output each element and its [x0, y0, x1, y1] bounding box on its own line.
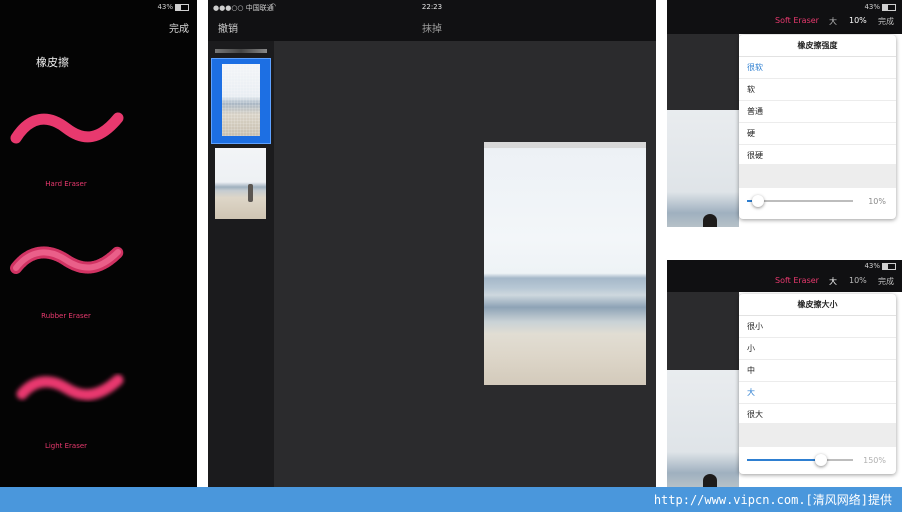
child-head [703, 214, 717, 227]
hardness-slider[interactable] [747, 194, 853, 208]
hardness-panel: 43% Soft Eraser 大 10% 完成 橡皮擦强度 很软 软 普通 硬… [667, 0, 902, 227]
status-bar: 43% [864, 3, 896, 11]
done-button[interactable]: 完成 [169, 20, 189, 35]
hard-eraser-stroke-icon [10, 112, 124, 144]
status-bar: 43% [864, 262, 896, 270]
layer-sidebar [208, 41, 274, 487]
layer-thumb-original[interactable] [215, 148, 266, 219]
size-option[interactable]: 中 [739, 360, 896, 382]
hardness-option[interactable]: 硬 [739, 123, 896, 145]
size-button[interactable]: 大 [829, 16, 837, 27]
hardness-option[interactable]: 普通 [739, 101, 896, 123]
popover-title: 橡皮擦强度 [739, 35, 896, 57]
size-slider[interactable] [747, 453, 853, 467]
status-bar: 43% [157, 3, 189, 11]
size-option[interactable]: 大 [739, 382, 896, 404]
top-bar: ●●●○○ 中国联通 ◠ 22:23 撤销 抹掉 [208, 0, 656, 41]
hardness-option[interactable]: 软 [739, 79, 896, 101]
hardness-button[interactable]: 10% [849, 16, 867, 25]
layer-strip-top [215, 49, 267, 53]
eraser-label-light: Light Eraser [44, 442, 88, 450]
toolbar: 43% Soft Eraser 大 10% 完成 [667, 0, 902, 34]
light-eraser-stroke-icon [16, 374, 124, 401]
done-button[interactable]: 完成 [878, 276, 894, 287]
rubber-eraser-stroke-icon [10, 246, 124, 274]
dark-canvas-area [667, 292, 739, 370]
battery-percent: 43% [157, 3, 173, 11]
eraser-label-hard: Hard Eraser [45, 180, 87, 188]
size-option[interactable]: 很小 [739, 316, 896, 338]
done-button[interactable]: 完成 [878, 16, 894, 27]
eraser-mode-button[interactable]: Soft Eraser [775, 276, 819, 285]
eraser-type-panel: 43% 完成 橡皮擦 Hard Eraser Rubber Eraser Lig… [0, 0, 197, 487]
clock: 22:23 [421, 3, 443, 11]
battery-percent: 43% [864, 262, 880, 270]
slider-knob[interactable] [815, 454, 828, 466]
hardness-button[interactable]: 10% [849, 276, 867, 285]
eraser-option-rubber[interactable]: Rubber Eraser [0, 232, 197, 327]
layer-thumb-image [222, 64, 260, 136]
slider-value: 10% [868, 197, 886, 206]
size-button[interactable]: 大 [829, 276, 837, 287]
canvas-top-strip [484, 142, 646, 148]
battery-icon [882, 262, 896, 270]
eraser-option-light[interactable]: Light Eraser [0, 362, 197, 457]
slider-knob[interactable] [751, 195, 764, 207]
canvas-photo[interactable] [484, 142, 646, 385]
popover-title: 橡皮擦大小 [739, 294, 896, 316]
eraser-option-hard[interactable]: Hard Eraser [0, 100, 197, 195]
battery-percent: 43% [864, 3, 880, 11]
panel-title: 橡皮擦 [36, 56, 69, 69]
editor-panel: ●●●○○ 中国联通 ◠ 22:23 撤销 抹掉 [208, 0, 656, 487]
eraser-label-rubber: Rubber Eraser [41, 312, 91, 320]
battery-icon [175, 3, 189, 11]
size-option[interactable]: 小 [739, 338, 896, 360]
watermark-footer: http://www.vipcn.com.[清风网络]提供 [0, 487, 902, 512]
photo-fragment [667, 110, 739, 227]
size-panel: 43% Soft Eraser 大 10% 完成 橡皮擦大小 很小 小 中 大 … [667, 260, 902, 487]
size-popover: 橡皮擦大小 很小 小 中 大 很大 150% [739, 294, 896, 474]
slider-fill [747, 459, 822, 461]
battery-icon [882, 3, 896, 11]
eraser-mode-button[interactable]: Soft Eraser [775, 16, 819, 25]
photo-fragment [667, 370, 739, 487]
child-figure [248, 184, 253, 202]
hardness-popover: 橡皮擦强度 很软 软 普通 硬 很硬 10% [739, 35, 896, 219]
watermark-text: http://www.vipcn.com.[清风网络]提供 [653, 493, 892, 507]
toolbar: 43% Soft Eraser 大 10% 完成 [667, 260, 902, 292]
child-head [703, 474, 717, 487]
slider-value: 150% [863, 456, 886, 465]
layer-thumb-selected[interactable] [211, 58, 271, 144]
popover-gap [739, 164, 896, 188]
dark-canvas-area [667, 34, 739, 110]
editor-title: 抹掉 [422, 24, 442, 35]
hardness-option[interactable]: 很软 [739, 57, 896, 79]
popover-gap [739, 423, 896, 447]
